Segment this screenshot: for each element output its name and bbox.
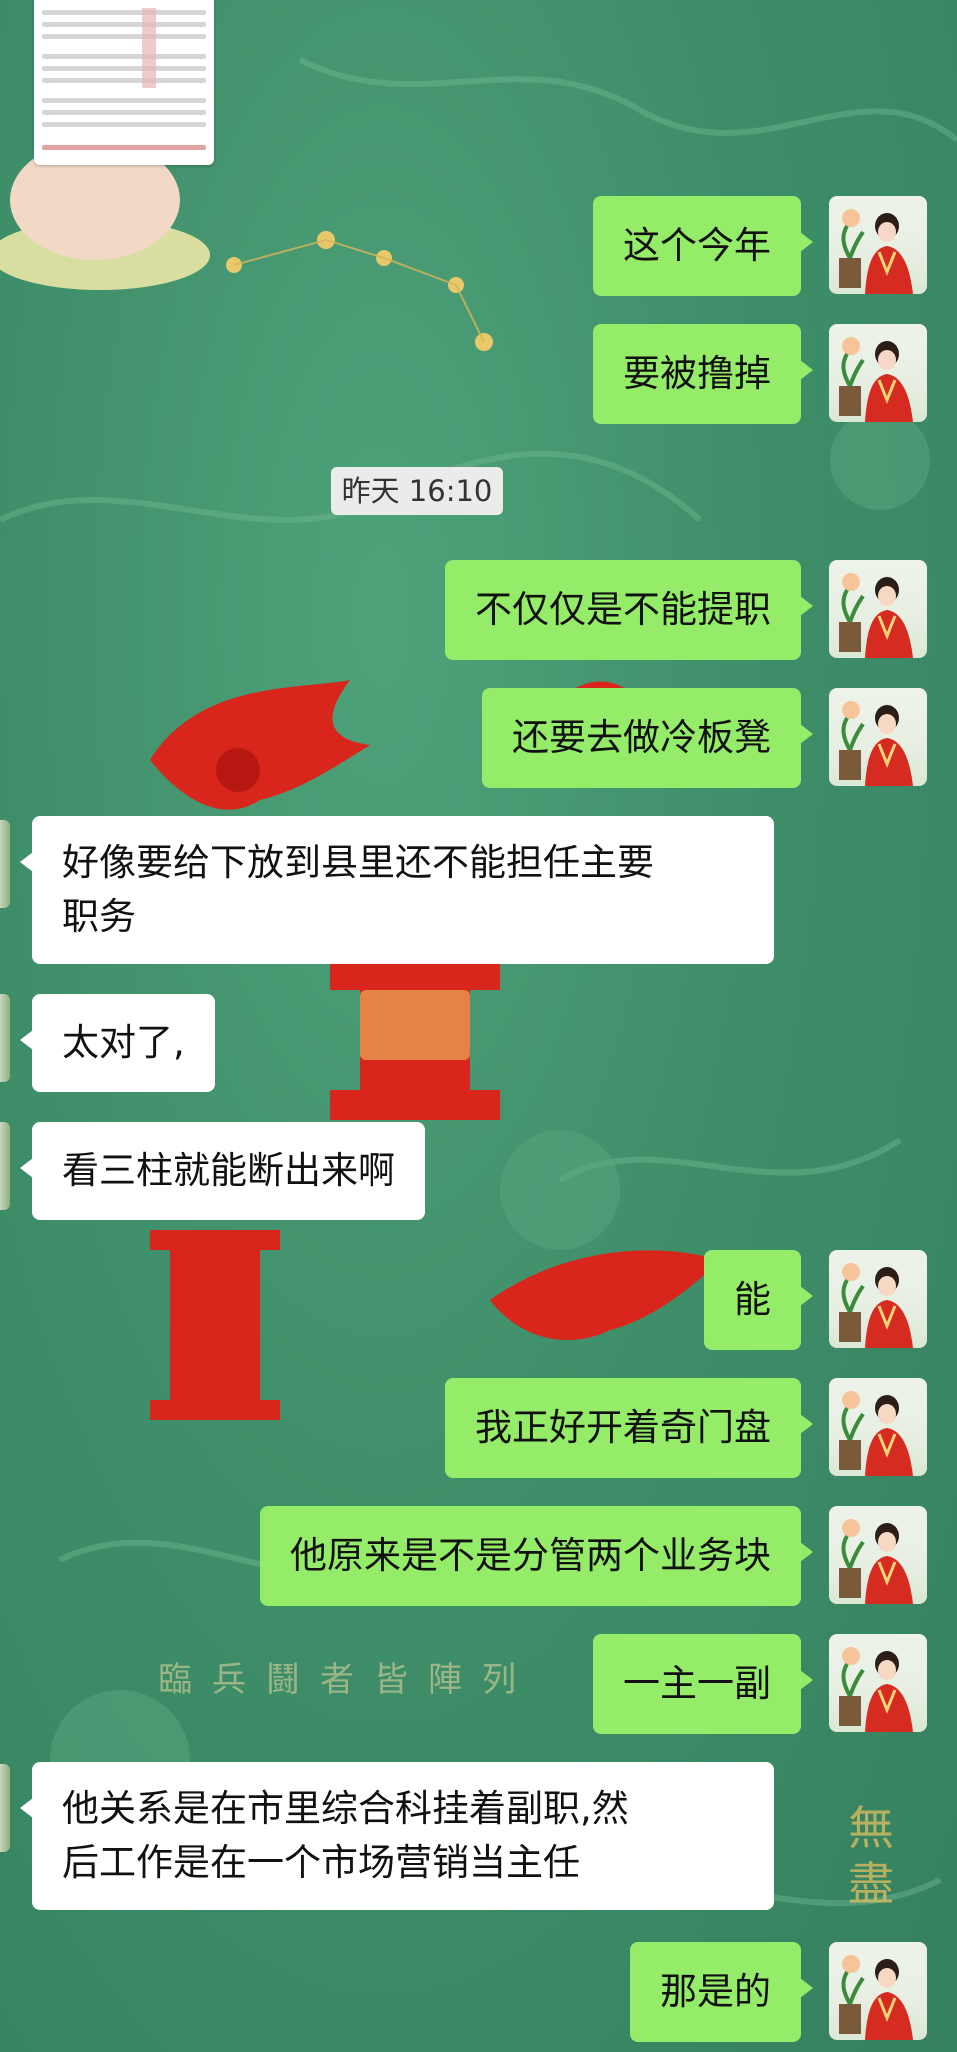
message-text: 他关系是在市里综合科挂着副职,然 后工作是在一个市场营销当主任 — [62, 1782, 629, 1890]
chart-table-image-icon — [142, 8, 156, 88]
my-avatar[interactable] — [829, 688, 927, 786]
message-bubble-outgoing[interactable]: 他原来是不是分管两个业务块 — [260, 1506, 813, 1606]
avatar-figure-icon — [839, 573, 913, 658]
message-text: 这个今年 — [623, 224, 771, 267]
table-row — [42, 66, 206, 71]
my-avatar[interactable] — [829, 1942, 927, 2040]
message-bubble-outgoing[interactable]: 这个今年 — [593, 196, 813, 296]
table-row — [42, 22, 206, 27]
message-bubble-outgoing[interactable]: 还要去做冷板凳 — [482, 688, 813, 788]
message-bubble-outgoing[interactable]: 不仅仅是不能提职 — [445, 560, 813, 660]
message-bubble-outgoing[interactable]: 要被撸掉 — [593, 324, 813, 424]
my-avatar[interactable] — [829, 1506, 927, 1604]
my-avatar[interactable] — [829, 1378, 927, 1476]
avatar-figure-icon — [839, 1647, 913, 1732]
avatar-figure-icon — [839, 1263, 913, 1348]
message-bubble-outgoing[interactable]: 我正好开着奇门盘 — [445, 1378, 813, 1478]
table-row — [42, 10, 206, 15]
avatar-figure-icon — [839, 1955, 913, 2040]
my-avatar[interactable] — [829, 1634, 927, 1732]
message-bubble-outgoing[interactable]: 那是的 — [630, 1942, 813, 2042]
wallpaper-caption: 臨兵鬪者皆陣列 — [158, 1660, 536, 1700]
message-bubble-outgoing[interactable]: 能 — [704, 1250, 813, 1350]
table-row — [42, 122, 206, 127]
their-avatar[interactable] — [0, 820, 10, 908]
avatar-figure-icon — [839, 337, 913, 422]
message-bubble-incoming[interactable]: 好像要给下放到县里还不能担任主要 职务 — [20, 816, 774, 964]
my-avatar[interactable] — [829, 1250, 927, 1348]
my-avatar[interactable] — [829, 196, 927, 294]
message-text: 看三柱就能断出来啊 — [62, 1149, 395, 1192]
avatar-figure-icon — [839, 209, 913, 294]
table-row — [42, 98, 206, 103]
timestamp: 昨天 16:10 — [331, 467, 503, 515]
their-avatar[interactable] — [0, 1122, 10, 1210]
message-line: 他关系是在市里综合科挂着副职,然 — [62, 1787, 629, 1830]
table-row — [42, 110, 206, 115]
table-row — [42, 145, 206, 150]
their-avatar[interactable] — [0, 994, 10, 1082]
wallpaper-seal: 無盡 — [848, 1801, 894, 1911]
message-text: 他原来是不是分管两个业务块 — [290, 1534, 771, 1577]
message-bubble-incoming[interactable]: 他关系是在市里综合科挂着副职,然 后工作是在一个市场营销当主任 — [20, 1762, 774, 1910]
my-avatar[interactable] — [829, 324, 927, 422]
message-text: 不仅仅是不能提职 — [475, 588, 771, 631]
message-bubble-outgoing[interactable]: 一主一副 — [593, 1634, 813, 1734]
shared-image-thumbnail[interactable] — [34, 0, 214, 165]
message-text: 那是的 — [660, 1970, 771, 2013]
table-row — [42, 54, 206, 59]
table-row — [42, 78, 206, 83]
message-text: 好像要给下放到县里还不能担任主要 职务 — [62, 836, 654, 944]
message-line: 职务 — [62, 895, 136, 938]
message-text: 要被撸掉 — [623, 352, 771, 395]
message-text: 我正好开着奇门盘 — [475, 1406, 771, 1449]
message-text: 能 — [734, 1278, 771, 1321]
message-line: 好像要给下放到县里还不能担任主要 — [62, 841, 654, 884]
message-bubble-incoming[interactable]: 看三柱就能断出来啊 — [20, 1122, 425, 1220]
message-text: 还要去做冷板凳 — [512, 716, 771, 759]
avatar-figure-icon — [839, 1519, 913, 1604]
avatar-figure-icon — [839, 701, 913, 786]
their-avatar[interactable] — [0, 1764, 10, 1852]
my-avatar[interactable] — [829, 560, 927, 658]
message-text: 太对了, — [62, 1021, 185, 1064]
message-text: 一主一副 — [623, 1662, 771, 1705]
message-bubble-incoming[interactable]: 太对了, — [20, 994, 215, 1092]
avatar-figure-icon — [839, 1391, 913, 1476]
message-line: 后工作是在一个市场营销当主任 — [62, 1841, 580, 1884]
table-row — [42, 34, 206, 39]
